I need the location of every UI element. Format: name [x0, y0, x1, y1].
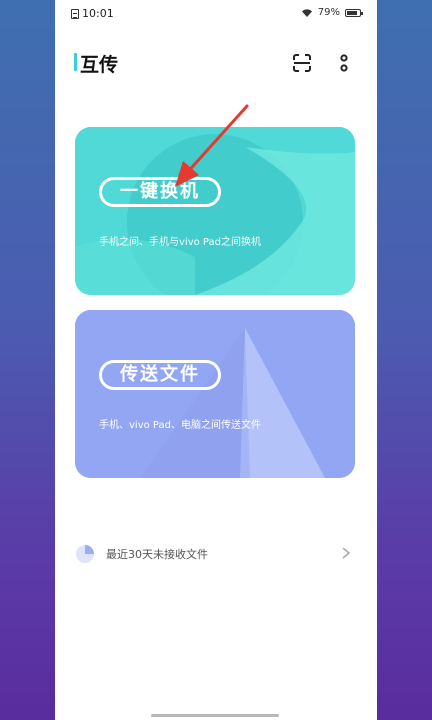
- card-decoration: [75, 310, 355, 478]
- home-indicator[interactable]: [151, 714, 279, 717]
- phone-clone-label: 一键换机: [99, 177, 221, 207]
- sim-icon: [71, 8, 79, 19]
- file-transfer-description: 手机、vivo Pad、电脑之间传送文件: [99, 420, 261, 431]
- card-decoration: [75, 127, 355, 295]
- chevron-right-icon: [342, 547, 351, 559]
- file-transfer-card[interactable]: 传送文件 手机、vivo Pad、电脑之间传送文件: [75, 310, 355, 478]
- status-left: 10:01: [71, 7, 114, 20]
- scan-button[interactable]: [291, 52, 313, 74]
- phone-clone-description: 手机之间、手机与vivo Pad之间换机: [99, 237, 261, 248]
- scan-icon: [293, 54, 311, 72]
- recent-label: 最近30天未接收文件: [106, 548, 208, 561]
- pie-icon: [76, 545, 94, 563]
- page-title: 互传: [80, 54, 119, 76]
- phone-clone-card[interactable]: 一键换机 手机之间、手机与vivo Pad之间换机: [75, 127, 355, 295]
- status-time: 10:01: [82, 7, 114, 20]
- wifi-icon: [301, 8, 312, 17]
- status-right: 79%: [301, 7, 363, 18]
- phone-screen: 10:01 79% 互传 一键换机 手机之间、手机与vivo Pad之间换机 传…: [55, 0, 377, 720]
- recent-unreceived-files[interactable]: 最近30天未接收文件: [75, 540, 357, 568]
- more-icon: [340, 54, 348, 72]
- status-bar: 10:01 79%: [55, 0, 377, 28]
- title-accent-bar: [74, 53, 77, 71]
- app-header: 互传: [55, 44, 377, 84]
- battery-percent: 79%: [317, 7, 340, 18]
- battery-icon: [345, 8, 363, 17]
- file-transfer-label: 传送文件: [99, 360, 221, 390]
- more-options-button[interactable]: [335, 51, 353, 75]
